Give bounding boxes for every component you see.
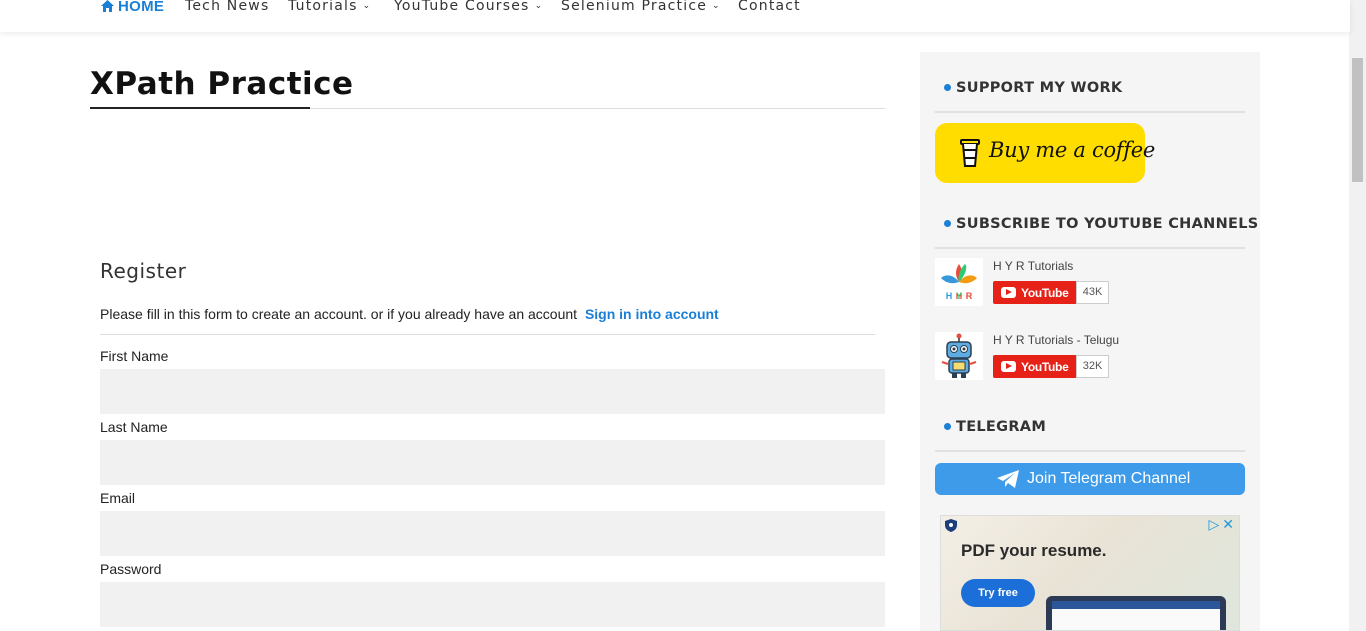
email-label: Email <box>100 490 136 506</box>
join-telegram-label: Join Telegram Channel <box>1027 470 1191 487</box>
chevron-down-icon: ⌄ <box>362 1 372 11</box>
first-name-label: First Name <box>100 348 169 364</box>
widget-divider <box>935 111 1245 113</box>
telegram-widget-title-text: TELEGRAM <box>956 419 1047 435</box>
coffee-cup-icon <box>960 139 980 167</box>
channel-name[interactable]: H Y R Tutorials <box>993 259 1073 273</box>
ad-close-icon[interactable]: ▷✕ <box>1209 516 1238 533</box>
join-telegram-button[interactable]: Join Telegram Channel <box>935 463 1245 495</box>
ad-try-free-button[interactable]: Try free <box>961 579 1035 607</box>
last-name-label: Last Name <box>100 419 168 435</box>
widget-divider <box>935 247 1245 249</box>
register-heading: Register <box>100 259 187 283</box>
register-description-text: Please fill in this form to create an ac… <box>100 306 578 322</box>
laptop-screen <box>1052 601 1220 630</box>
ad-headline: PDF your resume. <box>961 541 1107 560</box>
youtube-subscribe-button[interactable]: YouTube <box>993 281 1077 304</box>
nav-home-label: HOME <box>118 0 165 15</box>
nav-tutorials[interactable]: Tutorials ⌄ <box>288 0 371 14</box>
nav-youtube-courses[interactable]: YouTube Courses ⌄ <box>394 0 543 14</box>
svg-text:R: R <box>966 291 973 301</box>
nav-tech-news-label: Tech News <box>185 0 270 14</box>
buy-me-a-coffee-button[interactable]: Buy me a coffee <box>935 123 1155 183</box>
youtube-channel-row: H H Y R H Y R Tutorials YouTube 43K <box>935 258 1245 308</box>
channel-name[interactable]: H Y R Tutorials - Telugu <box>993 333 1119 347</box>
widget-divider <box>935 450 1245 452</box>
nav-tech-news[interactable]: Tech News <box>185 0 269 14</box>
top-nav: HOME Tech News Tutorials ⌄ YouTube Course… <box>0 0 1350 32</box>
form-divider <box>100 334 875 335</box>
buy-me-a-coffee-label: Buy me a coffee <box>989 138 1156 162</box>
password-input[interactable] <box>100 582 885 627</box>
subscriber-count: 43K <box>1076 281 1109 304</box>
telegram-widget-title: TELEGRAM <box>944 419 1046 435</box>
bullet-dot-icon <box>944 423 951 430</box>
svg-text:Y: Y <box>956 291 962 301</box>
telegram-icon <box>997 470 1019 488</box>
register-description: Please fill in this form to create an ac… <box>100 306 719 322</box>
nav-home[interactable]: HOME <box>101 0 164 15</box>
shield-icon <box>945 519 957 532</box>
subscribe-widget-title-text: SUBSCRIBE TO YOUTUBE CHANNELS <box>956 216 1259 232</box>
nav-tutorials-label: Tutorials <box>288 0 358 14</box>
hyr-logo-icon[interactable]: H H Y R <box>935 258 983 306</box>
nav-selenium-practice-label: Selenium Practice <box>561 0 708 14</box>
password-label: Password <box>100 561 162 577</box>
laptop-image <box>1046 596 1226 630</box>
first-name-input[interactable] <box>100 369 885 414</box>
subscribe-widget-title: SUBSCRIBE TO YOUTUBE CHANNELS <box>944 216 1259 232</box>
chevron-down-icon: ⌄ <box>534 1 544 11</box>
scrollbar-thumb[interactable] <box>1352 58 1363 182</box>
nav-selenium-practice[interactable]: Selenium Practice ⌄ <box>561 0 721 14</box>
youtube-button-label: YouTube <box>1021 360 1069 374</box>
bullet-dot-icon <box>944 220 951 227</box>
robot-logo-icon[interactable] <box>935 332 983 380</box>
youtube-subscribe-button[interactable]: YouTube <box>993 355 1077 378</box>
youtube-button-label: YouTube <box>1021 286 1069 300</box>
title-underline <box>90 107 310 109</box>
nav-youtube-courses-label: YouTube Courses <box>394 0 530 14</box>
home-icon <box>101 0 114 12</box>
support-widget-title: SUPPORT MY WORK <box>944 80 1122 96</box>
youtube-play-icon <box>1001 361 1016 372</box>
advertisement[interactable]: ▷✕ PDF your resume. Try free <box>940 515 1240 631</box>
page-scrollbar[interactable] <box>1349 0 1366 631</box>
youtube-play-icon <box>1001 287 1016 298</box>
nav-contact-label: Contact <box>738 0 801 14</box>
bullet-dot-icon <box>944 84 951 91</box>
subscriber-count: 32K <box>1076 355 1109 378</box>
nav-contact[interactable]: Contact <box>738 0 801 14</box>
chevron-down-icon: ⌄ <box>712 1 721 11</box>
last-name-input[interactable] <box>100 440 885 485</box>
support-widget-title-text: SUPPORT MY WORK <box>956 80 1123 96</box>
word-window-titlebar <box>1052 601 1220 609</box>
email-input[interactable] <box>100 511 885 556</box>
svg-text:H: H <box>946 291 953 301</box>
sign-in-link[interactable]: Sign in into account <box>585 306 719 322</box>
page-title: XPath Practice <box>90 66 354 102</box>
youtube-channel-row: H Y R Tutorials - Telugu YouTube 32K <box>935 332 1245 382</box>
